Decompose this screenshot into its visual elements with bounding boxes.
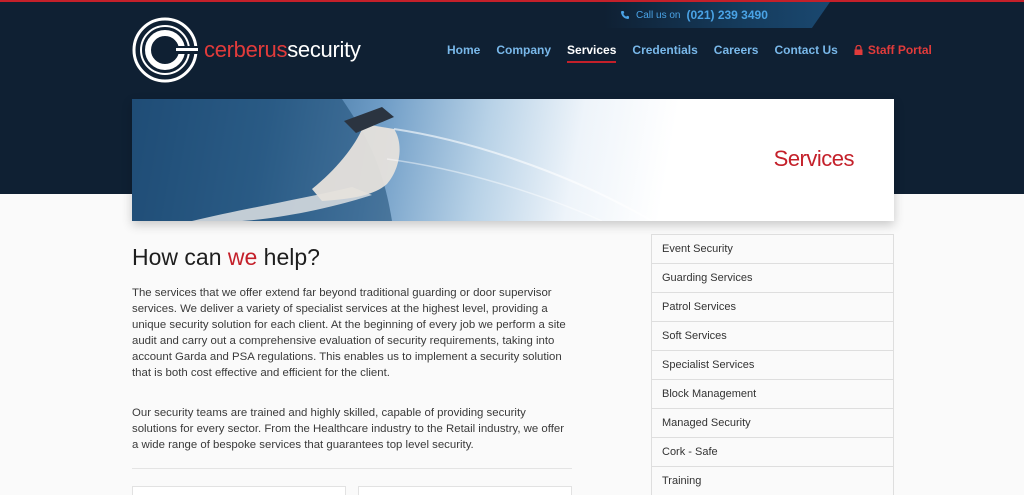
nav-staff-portal[interactable]: Staff Portal [854,43,932,57]
page-banner: Services [132,99,894,221]
nav-home[interactable]: Home [447,43,480,57]
phone-number[interactable]: (021) 239 3490 [686,8,767,22]
heading-post: help? [257,244,320,270]
lock-icon [854,45,863,55]
nav-careers[interactable]: Careers [714,43,759,57]
content-card [358,486,572,495]
sidebar-item-specialist-services[interactable]: Specialist Services [651,350,894,380]
heading-emphasis: we [227,244,258,270]
sidebar-item-block-management[interactable]: Block Management [651,379,894,409]
phone-icon [621,11,629,19]
logo-text-white: security [287,37,361,62]
call-us-phone[interactable]: Call us on (021) 239 3490 [620,8,768,22]
sidebar-item-event-security[interactable]: Event Security [651,234,894,264]
services-sidebar: Event Security Guarding Services Patrol … [651,234,894,495]
staff-portal-label: Staff Portal [867,43,932,57]
banner-title: Services [773,146,855,171]
heading-pre: How can [132,244,228,270]
content-card [132,486,346,495]
nav-contact-us[interactable]: Contact Us [774,43,837,57]
teams-paragraph: Our security teams are trained and highl… [132,407,564,451]
page-heading: How can we help? [132,244,572,271]
phone-prefix: Call us on [636,9,681,21]
sidebar-item-training[interactable]: Training [651,466,894,495]
nav-credentials[interactable]: Credentials [632,43,697,57]
logo-wordmark: cerberussecurity [204,37,361,63]
main-content: How can we help? The services that we of… [132,244,572,453]
intro-paragraph: The services that we offer extend far be… [132,287,566,379]
nav-company[interactable]: Company [496,43,551,57]
sidebar-item-cork-safe[interactable]: Cork - Safe [651,437,894,467]
sidebar-item-patrol-services[interactable]: Patrol Services [651,292,894,322]
cerberus-logo-icon [132,17,198,83]
logo-text-red: cerberus [204,37,288,62]
sidebar-item-guarding-services[interactable]: Guarding Services [651,263,894,293]
nav-services[interactable]: Services [567,43,617,63]
content-divider [132,468,572,469]
main-nav: Home Company Services Credentials Career… [447,43,932,63]
sidebar-item-managed-security[interactable]: Managed Security [651,408,894,438]
sidebar-item-soft-services[interactable]: Soft Services [651,321,894,351]
site-logo[interactable]: cerberussecurity [132,17,361,83]
